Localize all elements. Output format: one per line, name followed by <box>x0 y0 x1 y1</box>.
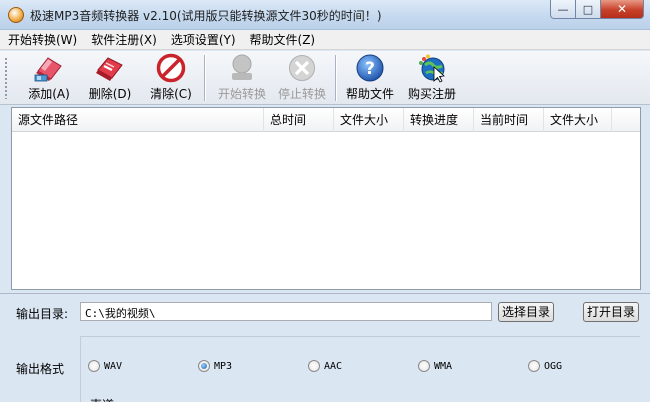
radio-indicator <box>418 360 430 372</box>
svg-text:?: ? <box>365 59 375 79</box>
toolbar-separator <box>204 55 206 101</box>
format-wma-radio[interactable]: WMA <box>418 360 452 372</box>
file-list[interactable]: 源文件路径 总时间 文件大小 转换进度 当前时间 文件大小 <box>11 107 641 290</box>
format-option-label: MP3 <box>214 360 233 372</box>
channel-label-partial: 声道 <box>90 396 114 402</box>
column-source-path[interactable]: 源文件路径 <box>12 108 264 132</box>
menu-options[interactable]: 选项设置(Y) <box>164 30 243 50</box>
delete-button[interactable]: 删除(D) <box>85 53 135 103</box>
help-button[interactable]: ? 帮助文件 <box>344 53 396 103</box>
app-icon <box>8 7 24 23</box>
column-current-time[interactable]: 当前时间 <box>474 108 544 132</box>
format-option-label: AAC <box>324 360 343 372</box>
minimize-button[interactable]: — <box>550 0 576 19</box>
column-total-time[interactable]: 总时间 <box>264 108 334 132</box>
toolbar-separator <box>335 55 337 101</box>
format-mp3-radio[interactable]: MP3 <box>198 360 232 372</box>
column-progress[interactable]: 转换进度 <box>404 108 474 132</box>
select-dir-button[interactable]: 选择目录 <box>498 302 554 322</box>
title-bar[interactable]: 极速MP3音频转换器 v2.10(试用版只能转换源文件30秒的时间！) — □ … <box>0 0 650 30</box>
format-ogg-radio[interactable]: OGG <box>528 360 562 372</box>
toolbar: 添加(A) 删除(D) 清除(C) 开始转换 停止转换 ? 帮助文件 购买注册 <box>0 51 650 105</box>
maximize-button[interactable]: □ <box>576 0 601 19</box>
stop-convert-icon <box>289 55 315 81</box>
file-list-header: 源文件路径 总时间 文件大小 转换进度 当前时间 文件大小 <box>12 108 640 132</box>
start-convert-icon <box>232 54 252 80</box>
stop-convert-button[interactable]: 停止转换 <box>274 53 330 103</box>
format-option-label: OGG <box>544 360 563 372</box>
help-question-icon: ? <box>356 54 384 82</box>
buy-register-icon <box>419 54 445 83</box>
add-eraser-icon <box>34 57 62 82</box>
menu-start-convert[interactable]: 开始转换(W) <box>0 30 84 50</box>
format-option-label: WMA <box>434 360 453 372</box>
delete-eraser-icon <box>96 57 123 81</box>
column-output-size[interactable]: 文件大小 <box>544 108 612 132</box>
radio-indicator <box>88 360 100 372</box>
window-title: 极速MP3音频转换器 v2.10(试用版只能转换源文件30秒的时间！) <box>30 9 382 23</box>
radio-indicator-checked <box>198 360 210 372</box>
format-wav-radio[interactable]: WAV <box>88 360 122 372</box>
close-button[interactable]: ✕ <box>601 0 644 19</box>
column-file-size[interactable]: 文件大小 <box>334 108 404 132</box>
buy-register-button[interactable]: 购买注册 <box>405 53 459 103</box>
menu-help[interactable]: 帮助文件(Z) <box>243 30 323 50</box>
open-dir-button[interactable]: 打开目录 <box>583 302 639 322</box>
radio-indicator <box>528 360 540 372</box>
format-aac-radio[interactable]: AAC <box>308 360 342 372</box>
column-filler <box>612 108 640 132</box>
radio-indicator <box>308 360 320 372</box>
add-button[interactable]: 添加(A) <box>24 53 74 103</box>
window-controls: — □ ✕ <box>550 0 644 20</box>
clear-prohibit-icon <box>156 53 186 83</box>
output-dir-input[interactable]: C:\我的视频\ <box>80 302 492 321</box>
output-format-label: 输出格式 <box>16 362 65 376</box>
output-dir-label: 输出目录: <box>16 307 69 321</box>
clear-button[interactable]: 清除(C) <box>145 53 197 103</box>
menu-register[interactable]: 软件注册(X) <box>84 30 164 50</box>
start-convert-button[interactable]: 开始转换 <box>214 53 270 103</box>
menu-bar: 开始转换(W) 软件注册(X) 选项设置(Y) 帮助文件(Z) <box>0 30 650 50</box>
format-option-label: WAV <box>104 360 123 372</box>
panel-divider <box>0 293 650 294</box>
toolbar-grip[interactable] <box>4 57 8 99</box>
